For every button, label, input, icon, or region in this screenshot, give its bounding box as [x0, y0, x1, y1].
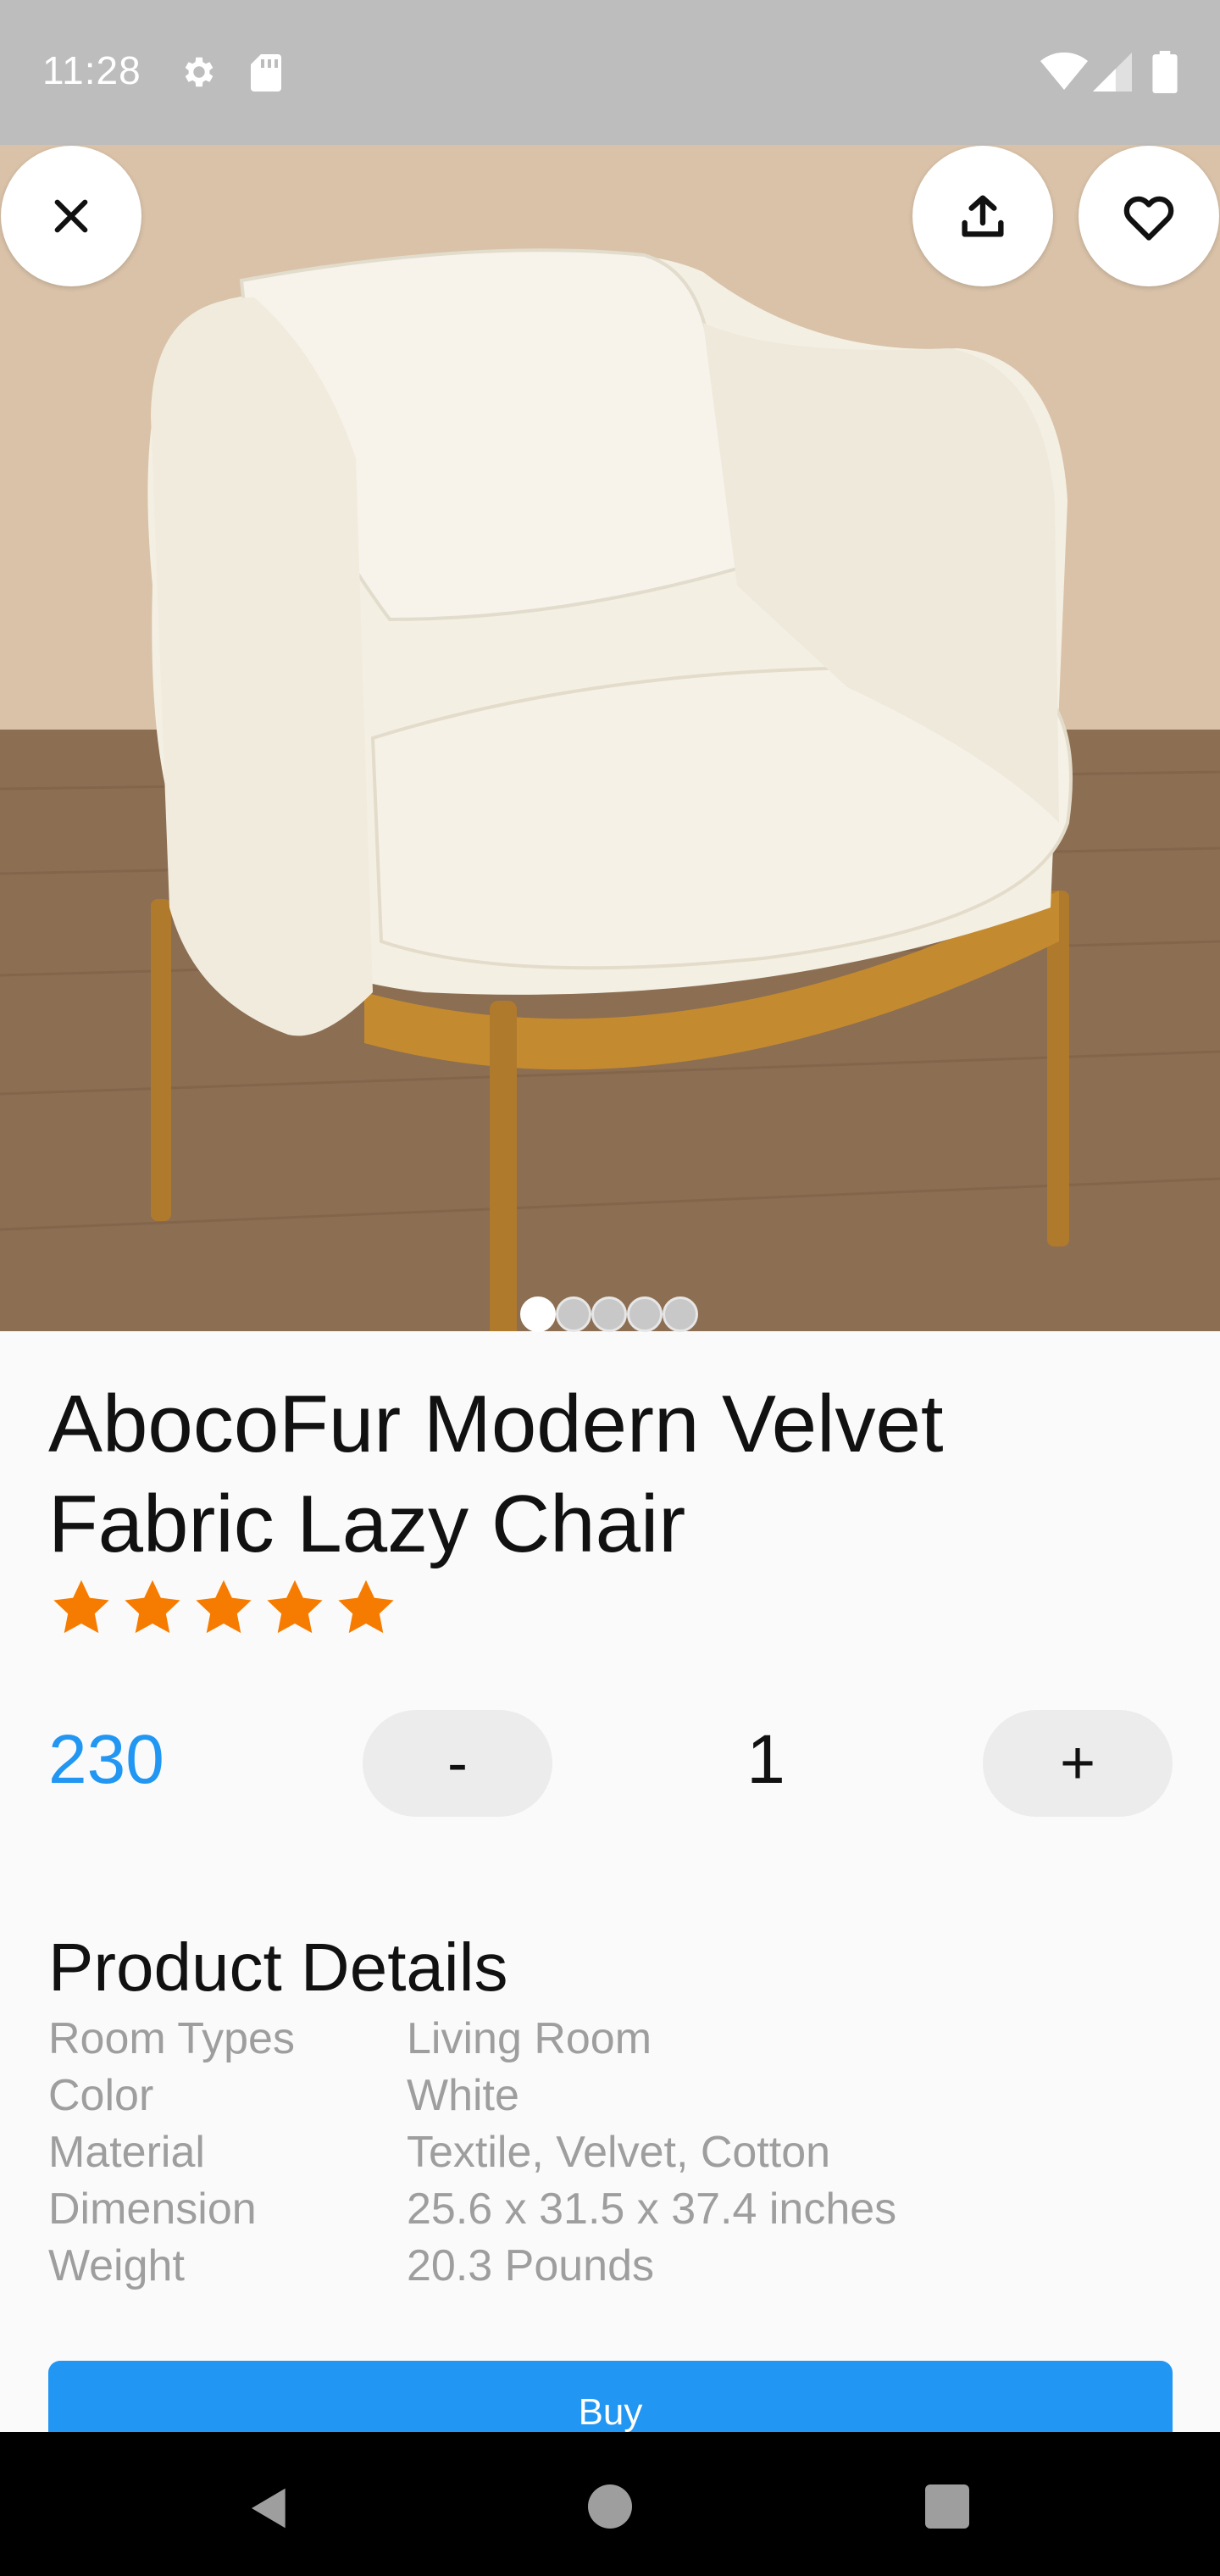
carousel-dot[interactable]: [663, 1296, 698, 1332]
status-bar: 11:28: [0, 0, 1220, 145]
gear-icon: [185, 57, 214, 87]
quantity-value: 1: [746, 1721, 785, 1798]
detail-label: Room Types: [48, 2014, 295, 2063]
rating-stars: [49, 1576, 405, 1641]
star-icon: [338, 1579, 394, 1634]
star-icon: [267, 1579, 323, 1634]
detail-label: Dimension: [48, 2185, 257, 2234]
carousel-dot[interactable]: [556, 1296, 591, 1332]
carousel-dot[interactable]: [627, 1296, 663, 1332]
navigation-bar: [0, 2432, 1220, 2576]
product-details-heading: Product Details: [48, 1929, 508, 2005]
close-button[interactable]: [1, 146, 141, 286]
carousel-indicator: [520, 1296, 698, 1332]
star-icon: [125, 1579, 180, 1634]
close-icon: [54, 199, 88, 233]
detail-label: Color: [48, 2071, 154, 2120]
product-image: [0, 145, 1220, 1331]
recents-icon[interactable]: [925, 2484, 969, 2529]
share-icon: [962, 195, 1004, 237]
decrease-quantity-button[interactable]: -: [363, 1710, 552, 1817]
product-image-carousel[interactable]: [0, 145, 1220, 1331]
detail-value: White: [407, 2071, 519, 2120]
star-icon: [196, 1579, 252, 1634]
home-icon[interactable]: [588, 2484, 632, 2529]
detail-value: 25.6 x 31.5 x 37.4 inches: [407, 2185, 897, 2234]
detail-value: Living Room: [407, 2014, 652, 2063]
carousel-dot[interactable]: [520, 1296, 556, 1332]
detail-label: Weight: [48, 2241, 185, 2290]
star-icon: [53, 1579, 109, 1634]
price: 230: [48, 1721, 164, 1798]
carousel-dot[interactable]: [591, 1296, 627, 1332]
signal-icon: [1093, 53, 1132, 92]
share-button[interactable]: [912, 146, 1053, 286]
wifi-icon: [1040, 53, 1088, 90]
heart-icon: [1123, 196, 1174, 241]
status-time: 11:28: [42, 48, 141, 92]
back-icon[interactable]: [246, 2484, 293, 2532]
sd-card-icon: [251, 54, 281, 92]
detail-value: 20.3 Pounds: [407, 2241, 655, 2290]
detail-label: Material: [48, 2128, 205, 2177]
battery-icon: [1152, 51, 1178, 93]
increase-quantity-button[interactable]: +: [983, 1710, 1173, 1817]
product-title: AbocoFur Modern Velvet Fabric Lazy Chair: [48, 1379, 944, 1569]
favorite-button[interactable]: [1079, 146, 1219, 286]
detail-value: Textile, Velvet, Cotton: [407, 2128, 831, 2177]
